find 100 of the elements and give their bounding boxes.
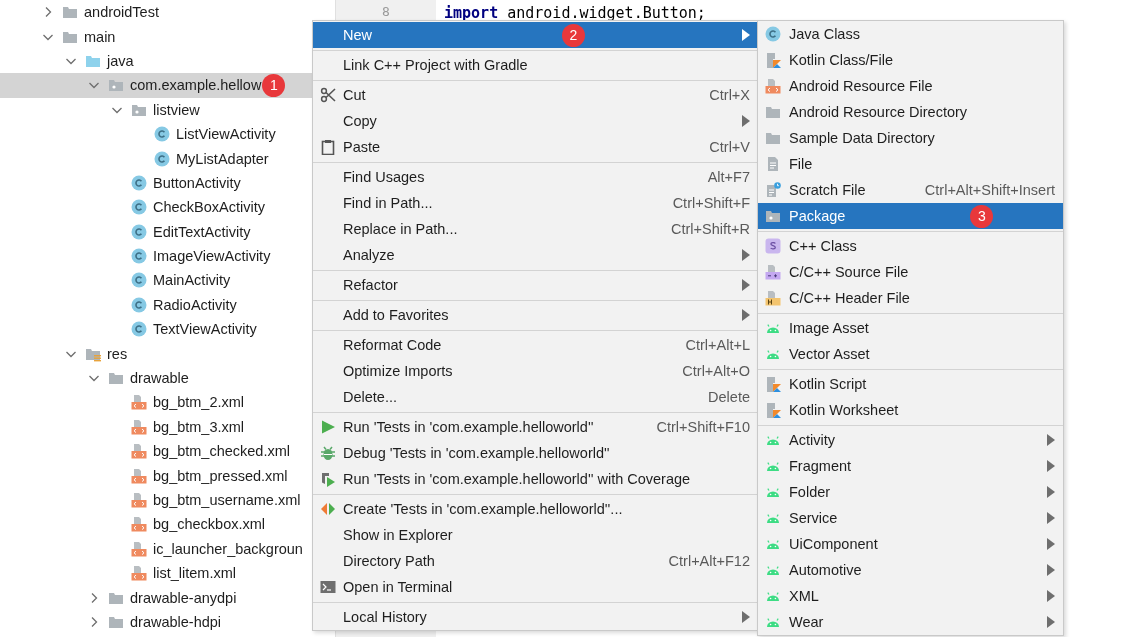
shortcut-label: Ctrl+Alt+O	[681, 363, 750, 379]
tree-item-label: bg_btm_3.xml	[153, 418, 245, 435]
kotlin-file-icon	[765, 402, 781, 418]
class-icon	[765, 26, 781, 42]
menu-item[interactable]: Android Resource Directory	[758, 99, 1063, 125]
menu-item[interactable]: Kotlin Script	[758, 371, 1063, 397]
menu-item[interactable]: Automotive	[758, 557, 1063, 583]
folder-icon	[108, 370, 124, 387]
menu-item[interactable]: Kotlin Worksheet	[758, 397, 1063, 423]
shortcut-label: Ctrl+Alt+L	[684, 337, 750, 353]
tree-item-label: bg_checkbox.xml	[153, 516, 266, 533]
class-icon	[131, 321, 147, 338]
menu-item[interactable]: Android Resource File	[758, 73, 1063, 99]
tree-item-label: drawable-anydpi	[130, 589, 237, 606]
class-icon	[131, 174, 147, 191]
class-icon	[131, 223, 147, 240]
xml-file-icon	[131, 418, 147, 435]
shortcut-label: Delete	[707, 389, 750, 405]
xml-file-icon	[131, 394, 147, 411]
package-folder-icon	[765, 208, 781, 224]
menu-item[interactable]: Sample Data Directory	[758, 125, 1063, 151]
xml-file-icon	[765, 78, 781, 94]
step-badge: 2	[562, 23, 585, 47]
tree-item-label: CheckBoxActivity	[153, 199, 265, 216]
class-icon	[131, 272, 147, 289]
menu-item[interactable]: Vector Asset	[758, 341, 1063, 367]
clipboard-icon	[320, 139, 336, 155]
tree-item-label: bg_btm_pressed.xml	[153, 467, 288, 484]
menu-item[interactable]: Add to Favorites	[313, 302, 758, 328]
kotlin-file-icon	[765, 52, 781, 68]
menu-item[interactable]: XML	[758, 583, 1063, 609]
folder-icon	[62, 4, 78, 21]
menu-item[interactable]: C/C++ Source File	[758, 259, 1063, 285]
tree-item-label: ic_launcher_backgroun	[153, 540, 303, 557]
menu-item[interactable]: Service	[758, 505, 1063, 531]
tree-item-label: ButtonActivity	[153, 174, 241, 191]
tree-item-label: RadioActivity	[153, 296, 237, 313]
tree-item-label: MainActivity	[153, 272, 231, 289]
xml-file-icon	[131, 443, 147, 460]
terminal-icon	[320, 579, 336, 595]
tree-item-label: java	[107, 52, 134, 69]
tree-item-label: bg_btm_2.xml	[153, 394, 245, 411]
menu-item[interactable]: New 2	[313, 22, 758, 48]
xml-file-icon	[131, 540, 147, 557]
tree-item-label: drawable-hdpi	[130, 613, 222, 630]
tree-item-label: listview	[153, 101, 200, 118]
menu-item[interactable]: File	[758, 151, 1063, 177]
tree-item-label: bg_btm_checked.xml	[153, 443, 290, 460]
step-badge: 1	[262, 73, 286, 97]
menu-item[interactable]: C++ Class	[758, 233, 1063, 259]
tree-item-label: MyListAdapter	[176, 150, 269, 167]
shortcut-label: Ctrl+Shift+F10	[655, 419, 750, 435]
class-icon	[154, 126, 170, 143]
xml-file-icon	[131, 565, 147, 582]
tree-item-label: bg_btm_username.xml	[153, 492, 301, 508]
menu-item[interactable]: Wear	[758, 609, 1063, 635]
tree-item-label: list_litem.xml	[153, 565, 236, 582]
cpp-source-file-icon	[765, 264, 781, 280]
tree-item-label: com.example.hellow	[130, 77, 262, 94]
class-icon	[131, 199, 147, 216]
menu-item[interactable]: Kotlin Class/File	[758, 47, 1063, 73]
xml-file-icon	[131, 516, 147, 533]
tree-item-label: drawable	[130, 370, 189, 387]
menu-item[interactable]: Folder	[758, 479, 1063, 505]
tree-item-label: ImageViewActivity	[153, 248, 271, 265]
menu-item[interactable]: Refactor	[313, 272, 758, 298]
coverage-icon	[320, 471, 336, 487]
menu-item[interactable]: UiComponent	[758, 531, 1063, 557]
shortcut-label: Ctrl+Alt+Shift+Insert	[923, 182, 1055, 198]
xml-file-icon	[131, 467, 147, 484]
folder-icon	[765, 104, 781, 120]
tree-item-label: EditTextActivity	[153, 223, 251, 240]
tree-item-label: ListViewActivity	[176, 126, 276, 143]
line-number: 8	[382, 4, 390, 20]
menu-item[interactable]: Package 3	[758, 203, 1063, 229]
scratch-file-icon	[765, 182, 781, 198]
menu-item[interactable]: Link C++ Project with Gradle	[313, 52, 758, 78]
menu-item[interactable]: Java Class	[758, 21, 1063, 47]
tree-item-label: androidTest	[84, 4, 159, 21]
menu-item[interactable]: Activity	[758, 427, 1063, 453]
menu-item[interactable]: Image Asset	[758, 315, 1063, 341]
menu-item[interactable]: Fragment	[758, 453, 1063, 479]
tree-item-label: main	[84, 28, 116, 45]
menu-item[interactable]: Scratch File Ctrl+Alt+Shift+Insert	[758, 177, 1063, 203]
cpp-header-file-icon	[765, 290, 781, 306]
file-icon	[765, 156, 781, 172]
shortcut-label: Alt+F7	[706, 169, 750, 185]
kotlin-file-icon	[765, 376, 781, 392]
shortcut-label: Ctrl+X	[708, 87, 750, 103]
tree-item-label: res	[107, 345, 128, 362]
bug-icon	[320, 445, 336, 461]
xml-file-icon	[131, 492, 147, 508]
menu-item[interactable]: C/C++ Header File	[758, 285, 1063, 311]
shortcut-label: Ctrl+Alt+F12	[667, 553, 750, 569]
shortcut-label: Ctrl+V	[708, 139, 750, 155]
tree-item[interactable]: androidTest	[0, 0, 335, 25]
package-folder-icon	[108, 77, 124, 94]
code-line: import android.widget.Button;	[444, 4, 707, 20]
folder-icon	[765, 130, 781, 146]
shortcut-label: Ctrl+Shift+F	[671, 195, 750, 211]
